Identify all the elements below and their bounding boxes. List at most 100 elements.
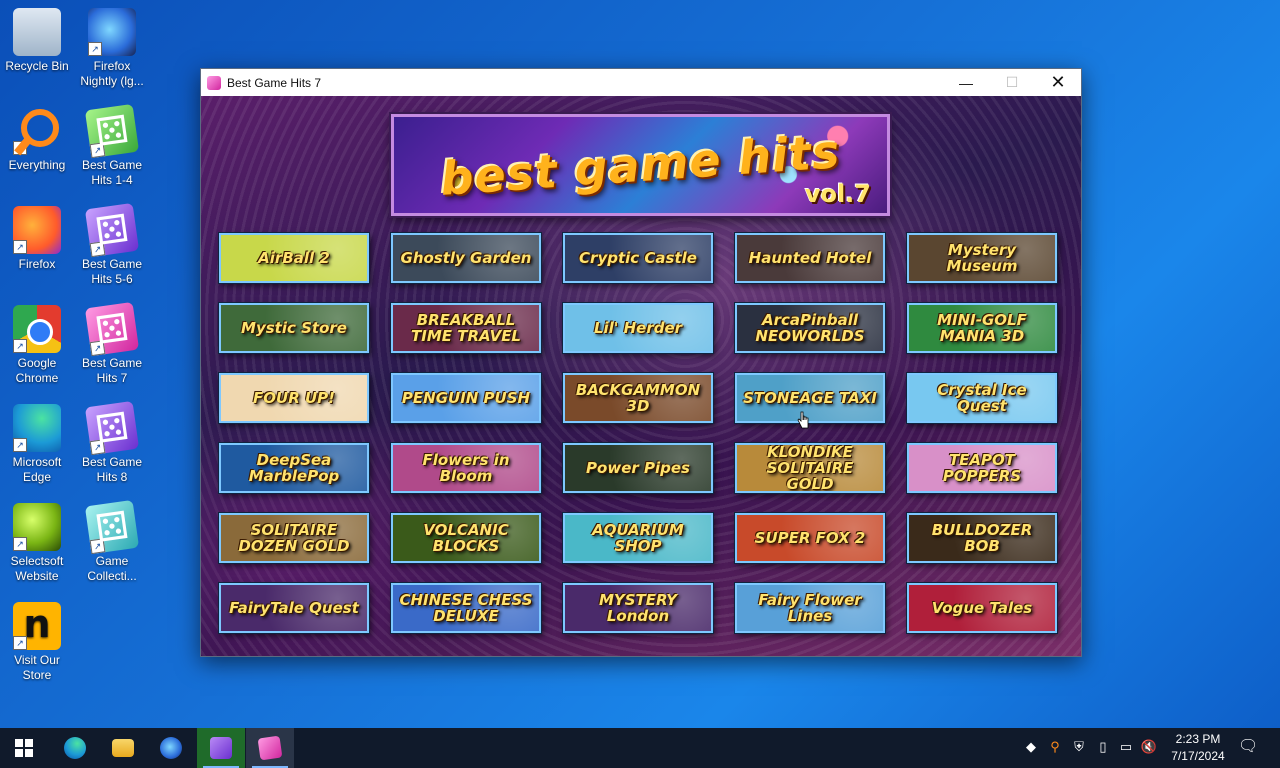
game-tile[interactable]: Cryptic Castle	[563, 233, 713, 283]
store-icon: ↗	[13, 602, 61, 650]
chrome-icon: ↗	[13, 305, 61, 353]
game-tile[interactable]: Lil' Herder	[563, 303, 713, 353]
desktop-icon-label: Everything	[8, 158, 66, 172]
app-dice-icon	[207, 75, 221, 90]
game-tile[interactable]: Mystery Museum	[907, 233, 1057, 283]
search-orange-icon[interactable]: ⚲	[1046, 738, 1064, 756]
app-window: Best Game Hits 7 — ☐ ✕ best game hits vo…	[200, 68, 1082, 657]
folder-icon	[112, 739, 134, 757]
game-tile[interactable]: FOUR UP!	[219, 373, 369, 423]
usb-icon[interactable]: ▯	[1094, 738, 1112, 756]
game-tile[interactable]: AirBall 2	[219, 233, 369, 283]
desktop-icon-best-game-hits-1-4[interactable]: ↗ Best Game Hits 1-4	[75, 103, 149, 188]
maximize-button[interactable]: ☐	[989, 69, 1035, 96]
desktop-icon-best-game-hits-5-6[interactable]: ↗ Best Game Hits 5-6	[75, 202, 149, 287]
clock-time: 2:23 PM	[1175, 732, 1221, 746]
desktop-icon-best-game-hits-7[interactable]: ↗ Best Game Hits 7	[75, 301, 149, 386]
desktop-icon-google-chrome[interactable]: ↗ Google Chrome	[0, 305, 74, 386]
game-tile[interactable]: MINI-GOLF MANIA 3D	[907, 303, 1057, 353]
game-tile[interactable]: VOLCANIC BLOCKS	[391, 513, 541, 563]
game-tile[interactable]: FairyTale Quest	[219, 583, 369, 633]
dice-icon: ↗	[84, 202, 140, 258]
recycle-bin-icon	[13, 8, 61, 56]
shortcut-arrow-icon: ↗	[89, 439, 106, 456]
game-tile[interactable]: CHINESE CHESS DELUXE	[391, 583, 541, 633]
shortcut-arrow-icon: ↗	[89, 340, 106, 357]
game-tile[interactable]: SOLITAIRE DOZEN GOLD	[219, 513, 369, 563]
game-tile[interactable]: KLONDIKE SOLITAIRE GOLD	[735, 443, 885, 493]
game-tile[interactable]: AQUARIUM SHOP	[563, 513, 713, 563]
window-titlebar[interactable]: Best Game Hits 7 — ☐ ✕	[201, 69, 1081, 96]
game-tile[interactable]: Fairy Flower Lines	[735, 583, 885, 633]
shortcut-arrow-icon: ↗	[13, 438, 27, 452]
desktop-icon-label: Game Collecti...	[87, 554, 137, 583]
taskbar-file-explorer-button[interactable]	[99, 728, 147, 768]
dice-icon: ↗	[84, 499, 140, 555]
desktop-icon-label: Recycle Bin	[5, 59, 69, 73]
desktop-icon-visit-our-store[interactable]: ↗ Visit Our Store	[0, 602, 74, 683]
banner-volume: vol.7	[804, 180, 871, 208]
game-tile[interactable]: MYSTERY London	[563, 583, 713, 633]
game-tile[interactable]: Mystic Store	[219, 303, 369, 353]
banner-title: best game hits	[438, 124, 843, 206]
desktop-icon-label: Best Game Hits 1-4	[81, 158, 143, 187]
game-tile[interactable]: BREAKBALL TIME TRAVEL	[391, 303, 541, 353]
game-tile[interactable]: PENGUIN PUSH	[391, 373, 541, 423]
desktop-icon-selectsoft-website[interactable]: ↗ Selectsoft Website	[0, 503, 74, 584]
color-icon[interactable]: ◆	[1022, 738, 1040, 756]
game-tile[interactable]: TEAPOT POPPERS	[907, 443, 1057, 493]
network-icon[interactable]: ▭	[1117, 738, 1135, 756]
defender-icon[interactable]: ⛨	[1070, 738, 1088, 756]
taskbar-visual-studio-button[interactable]	[197, 728, 245, 768]
desktop-icon-best-game-hits-8[interactable]: ↗ Best Game Hits 8	[75, 400, 149, 485]
game-tile[interactable]: BACKGAMMON 3D	[563, 373, 713, 423]
shortcut-arrow-icon: ↗	[13, 141, 27, 155]
game-tile[interactable]: ArcaPinball NEOWORLDS	[735, 303, 885, 353]
game-tile[interactable]: Ghostly Garden	[391, 233, 541, 283]
taskbar-edge-button[interactable]	[51, 728, 99, 768]
game-launcher-content: best game hits vol.7 AirBall 2 Ghostly Ga…	[201, 96, 1081, 656]
game-tile[interactable]: Power Pipes	[563, 443, 713, 493]
clock-date: 7/17/2024	[1171, 749, 1225, 763]
desktop-icon-firefox[interactable]: ↗ Firefox	[0, 206, 74, 272]
game-tile[interactable]: Vogue Tales	[907, 583, 1057, 633]
desktop-icon-everything[interactable]: ↗ Everything	[0, 107, 74, 173]
desktop-icon-label: Firefox Nightly (lg...	[80, 59, 144, 88]
dice-icon: ↗	[84, 400, 140, 456]
taskbar-best-game-hits-7-button[interactable]	[246, 728, 294, 768]
game-tile[interactable]: Haunted Hotel	[735, 233, 885, 283]
desktop-icon-firefox-nightly[interactable]: ↗ Firefox Nightly (lg...	[75, 8, 149, 89]
best-game-hits-banner: best game hits vol.7	[391, 114, 890, 216]
taskbar-firefox-nightly-button[interactable]	[147, 728, 195, 768]
shortcut-arrow-icon: ↗	[89, 142, 106, 159]
desktop-icon-recycle-bin[interactable]: Recycle Bin	[0, 8, 74, 74]
desktop-icon-microsoft-edge[interactable]: ↗ Microsoft Edge	[0, 404, 74, 485]
firefox-icon: ↗	[13, 206, 61, 254]
taskbar: ◆ ⚲ ⛨ ▯ ▭ 🔇 2:23 PM 7/17/2024 🗨	[0, 728, 1280, 768]
game-tile[interactable]: DeepSea MarblePop	[219, 443, 369, 493]
desktop-icon-game-collection[interactable]: ↗ Game Collecti...	[75, 499, 149, 584]
shortcut-arrow-icon: ↗	[13, 537, 27, 551]
start-button[interactable]	[0, 728, 48, 768]
shortcut-arrow-icon: ↗	[13, 339, 27, 353]
dice-icon: ↗	[84, 301, 140, 357]
desktop-icon-label: Best Game Hits 5-6	[81, 257, 143, 286]
notification-icon[interactable]: 🗨	[1238, 738, 1258, 756]
windows-start-icon	[15, 739, 33, 757]
game-tile[interactable]: BULLDOZER BOB	[907, 513, 1057, 563]
minimize-button[interactable]: —	[943, 69, 989, 96]
dice-icon: ↗	[84, 103, 140, 159]
firefox-nightly-icon: ↗	[88, 8, 136, 56]
desktop-icon-label: Google Chrome	[15, 356, 59, 385]
shortcut-arrow-icon: ↗	[89, 538, 106, 555]
game-tile[interactable]: Flowers in Bloom	[391, 443, 541, 493]
volume-muted-icon[interactable]: 🔇	[1140, 738, 1158, 756]
shortcut-arrow-icon: ↗	[89, 241, 106, 258]
system-clock[interactable]: 2:23 PM 7/17/2024	[1166, 731, 1230, 765]
close-button[interactable]: ✕	[1035, 69, 1081, 96]
everything-search-icon: ↗	[13, 107, 61, 155]
game-tile[interactable]: Crystal Ice Quest	[907, 373, 1057, 423]
game-tile[interactable]: STONEAGE TAXI	[735, 373, 885, 423]
game-tile[interactable]: SUPER FOX 2	[735, 513, 885, 563]
desktop-icon-label: Microsoft Edge	[12, 455, 62, 484]
